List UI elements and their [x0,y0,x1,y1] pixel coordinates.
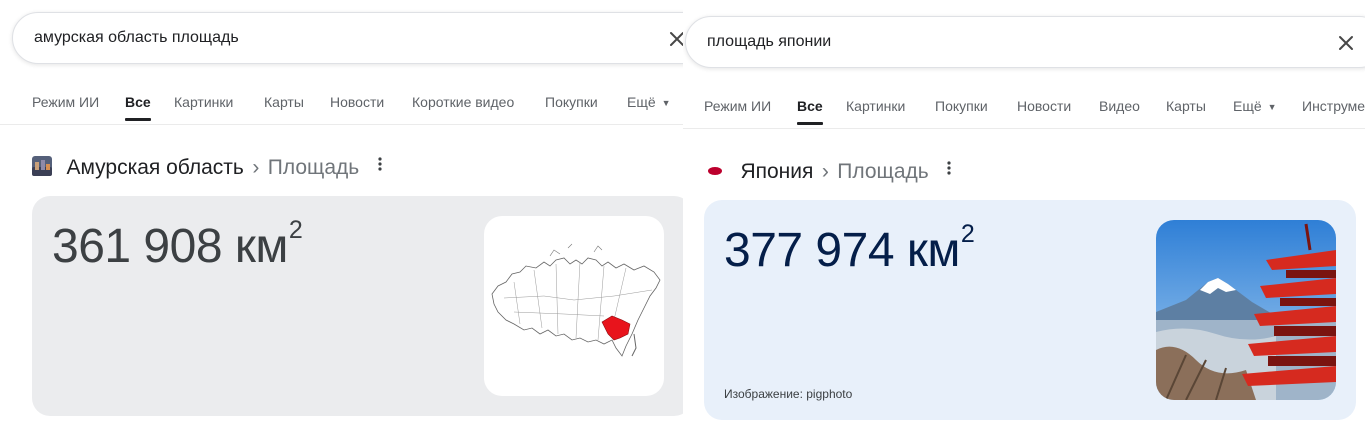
tab-ai-mode[interactable]: Режим ИИ [32,94,99,110]
close-icon[interactable] [1334,31,1358,55]
tab-shopping[interactable]: Покупки [545,94,598,110]
breadcrumb: Япония › Площадь [707,160,951,190]
search-input[interactable]: амурская область площадь [34,29,239,47]
caret-down-icon: ▼ [1267,102,1277,112]
tab-short-videos[interactable]: Короткие видео [412,94,514,110]
breadcrumb-separator: › [252,156,260,179]
tab-maps[interactable]: Карты [264,94,304,110]
tab-images[interactable]: Картинки [174,94,233,110]
answer-card: 377 974 км2 Изображение: pigphoto [704,200,1356,420]
tab-more-label: Ещё [627,94,656,110]
search-results-amur: амурская область площадь Режим ИИ Все Ка… [0,0,683,421]
tab-news[interactable]: Новости [330,94,384,110]
area-value: 361 908 км2 [52,216,303,274]
search-tabs: Режим ИИ Все Картинки Покупки Новости Ви… [683,92,1365,129]
breadcrumb-entity[interactable]: Амурская область [66,156,243,179]
tab-video[interactable]: Видео [1099,98,1140,114]
breadcrumb-separator: › [821,160,829,183]
search-input[interactable]: площадь японии [707,33,831,51]
tab-all[interactable]: Все [797,98,823,125]
search-box[interactable]: площадь японии [685,16,1365,68]
breadcrumb-attribute: Площадь [267,156,360,179]
area-exponent: 2 [960,220,975,248]
area-number: 377 974 км [724,224,960,277]
breadcrumb: Амурская область › Площадь [32,156,382,186]
answer-card: 361 908 км2 [32,196,683,416]
amur-thumbnail-icon [32,156,52,176]
caret-down-icon: ▼ [661,98,671,108]
tab-maps[interactable]: Карты [1166,98,1206,114]
area-number: 361 908 км [52,220,288,273]
tab-all[interactable]: Все [125,94,151,121]
tab-ai-mode[interactable]: Режим ИИ [704,98,771,114]
japan-flag-icon [708,167,722,175]
photo-thumbnail[interactable] [1156,220,1336,400]
close-icon[interactable] [665,27,683,51]
more-options-icon[interactable] [947,161,951,175]
breadcrumb-entity[interactable]: Япония [740,160,813,183]
tab-images[interactable]: Картинки [846,98,905,114]
tab-more[interactable]: Ещё ▼ [1233,98,1277,114]
tab-shopping[interactable]: Покупки [935,98,988,114]
area-value: 377 974 км2 [724,220,975,278]
map-thumbnail[interactable] [484,216,664,396]
russia-map-icon [491,243,661,357]
search-tabs: Режим ИИ Все Картинки Карты Новости Коро… [0,88,683,125]
search-results-japan: площадь японии Режим ИИ Все Картинки Пок… [683,4,1365,421]
tab-more[interactable]: Ещё ▼ [627,94,671,110]
mount-fuji-pagoda-icon [1156,220,1336,400]
more-options-icon[interactable] [378,157,382,171]
tab-news[interactable]: Новости [1017,98,1071,114]
area-exponent: 2 [288,216,303,244]
breadcrumb-attribute: Площадь [837,160,929,183]
search-box[interactable]: амурская область площадь [12,12,683,64]
tab-more-label: Ещё [1233,98,1262,114]
image-credit[interactable]: Изображение: pigphoto [724,387,852,401]
tab-tools[interactable]: Инструме [1302,98,1365,114]
